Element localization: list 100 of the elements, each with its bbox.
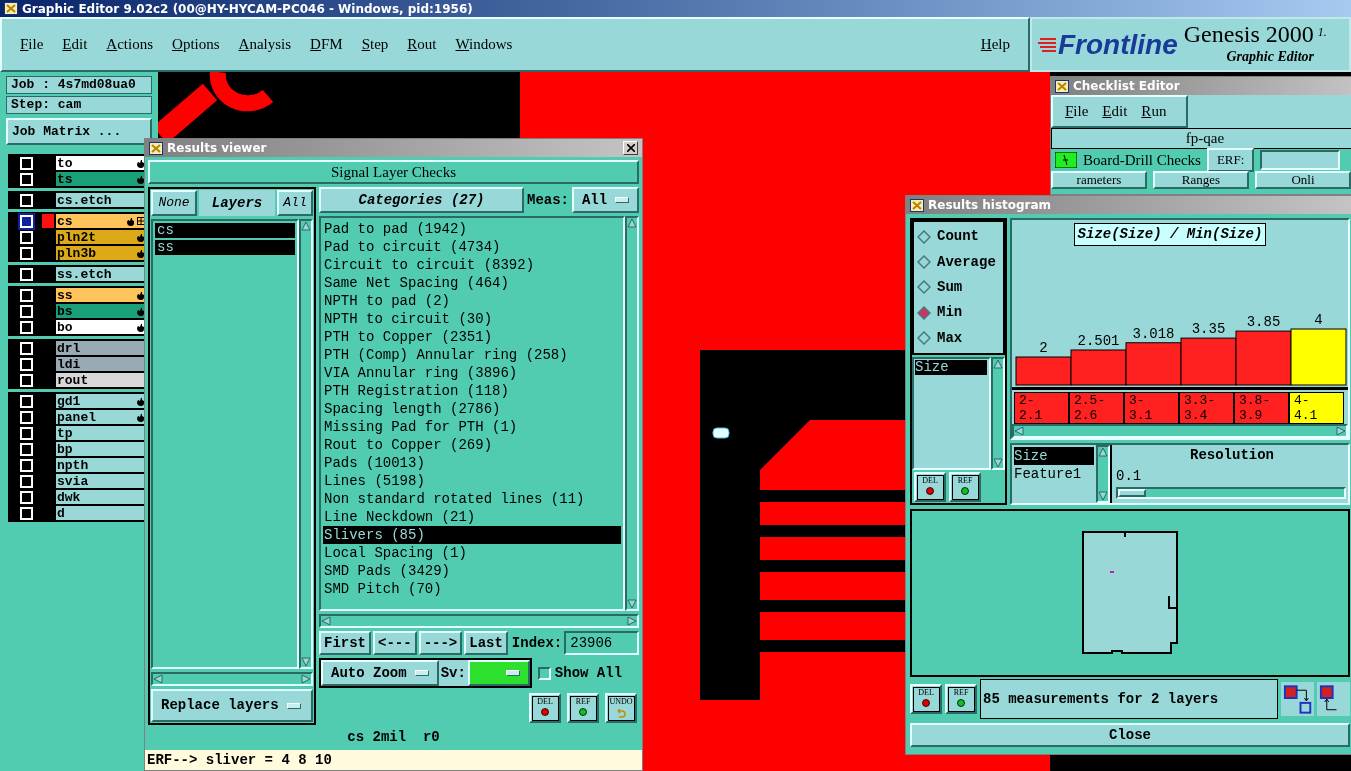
- layer-checkbox[interactable]: [19, 410, 33, 424]
- category-item[interactable]: PTH Registration (118): [323, 382, 621, 400]
- del-button[interactable]: DEL: [910, 684, 942, 714]
- category-item[interactable]: Local Spacing (1): [323, 544, 621, 562]
- category-item[interactable]: Slivers (85): [323, 526, 621, 544]
- category-item[interactable]: Pads (10013): [323, 454, 621, 472]
- all-button[interactable]: All: [277, 190, 313, 216]
- category-item[interactable]: PTH (Comp) Annular ring (258): [323, 346, 621, 364]
- category-item[interactable]: Missing Pad for PTH (1): [323, 418, 621, 436]
- horizontal-scrollbar[interactable]: [319, 614, 639, 628]
- auto-zoom-dropdown[interactable]: Auto Zoom: [321, 660, 439, 686]
- layer-checkbox[interactable]: [19, 230, 33, 244]
- layer-checkbox[interactable]: [19, 490, 33, 504]
- menu-item[interactable]: Edit: [1102, 100, 1128, 123]
- layer-checkbox[interactable]: [19, 442, 33, 456]
- category-item[interactable]: Spacing length (2786): [323, 400, 621, 418]
- menu-item[interactable]: DFM: [310, 33, 343, 56]
- navigation-button[interactable]: --->: [418, 631, 463, 655]
- layout-icon[interactable]: [1316, 682, 1350, 716]
- layout-icon[interactable]: [1280, 682, 1314, 716]
- scroll-right-icon[interactable]: [1336, 426, 1346, 436]
- layer-checkbox[interactable]: [19, 304, 33, 318]
- mode-radio[interactable]: Sum: [914, 276, 1003, 298]
- histogram-bar[interactable]: [1235, 330, 1292, 386]
- layer-checkbox[interactable]: [19, 458, 33, 472]
- scroll-down-icon[interactable]: [301, 657, 311, 667]
- category-item[interactable]: Pad to circuit (4734): [323, 238, 621, 256]
- histogram-bar[interactable]: [1015, 356, 1072, 386]
- sort-list-item[interactable]: Size: [1014, 447, 1094, 465]
- menu-item[interactable]: Options: [172, 33, 220, 56]
- color-dropdown[interactable]: [467, 660, 530, 686]
- meas-dropdown[interactable]: All: [572, 187, 639, 213]
- histogram-bar[interactable]: [1125, 342, 1182, 386]
- layer-checkbox[interactable]: [19, 156, 33, 170]
- scroll-down-icon[interactable]: [627, 599, 637, 609]
- layer-list-item[interactable]: ss: [155, 240, 295, 255]
- category-item[interactable]: Lines (5198): [323, 472, 621, 490]
- menu-item[interactable]: Run: [1141, 100, 1167, 123]
- layer-checkbox[interactable]: [19, 341, 33, 355]
- scroll-up-icon[interactable]: [301, 221, 311, 231]
- menu-item[interactable]: Analysis: [238, 33, 292, 56]
- del-button[interactable]: DEL: [529, 693, 561, 723]
- layer-checkbox[interactable]: [19, 394, 33, 408]
- layer-checkbox[interactable]: [19, 193, 33, 207]
- category-item[interactable]: SMD Pitch (70): [323, 580, 621, 598]
- layer-checkbox[interactable]: [19, 288, 33, 302]
- tab[interactable]: Onli: [1255, 171, 1351, 189]
- ref-button[interactable]: REF: [949, 472, 981, 502]
- horizontal-scrollbar[interactable]: [1012, 424, 1348, 438]
- scroll-down-icon[interactable]: [993, 458, 1003, 468]
- menu-item[interactable]: Step: [361, 33, 389, 56]
- navigation-button[interactable]: <---: [373, 631, 417, 655]
- mode-radio[interactable]: Average: [914, 251, 1003, 273]
- slider-thumb[interactable]: [1118, 489, 1146, 497]
- scroll-up-icon[interactable]: [993, 359, 1003, 369]
- scroll-up-icon[interactable]: [627, 218, 637, 228]
- layer-checkbox[interactable]: [19, 172, 33, 186]
- layer-checkbox[interactable]: [19, 474, 33, 488]
- category-item[interactable]: NPTH to pad (2): [323, 292, 621, 310]
- vertical-scrollbar[interactable]: [625, 216, 639, 611]
- categories-button[interactable]: Categories (27): [319, 187, 524, 213]
- category-item[interactable]: VIA Annular ring (3896): [323, 364, 621, 382]
- job-matrix-button[interactable]: Job Matrix ...: [6, 118, 152, 145]
- ref-button[interactable]: REF: [567, 693, 599, 723]
- menu-item[interactable]: File: [20, 33, 44, 56]
- menu-item[interactable]: Windows: [455, 33, 513, 56]
- layer-checkbox[interactable]: [19, 426, 33, 440]
- scroll-left-icon[interactable]: [321, 616, 331, 626]
- category-item[interactable]: Rout to Copper (269): [323, 436, 621, 454]
- layer-checkbox[interactable]: [19, 506, 33, 520]
- scroll-left-icon[interactable]: [1014, 426, 1024, 436]
- horizontal-scrollbar[interactable]: [151, 672, 313, 686]
- sort-list-item[interactable]: Feature1: [1014, 465, 1094, 483]
- histogram-bar[interactable]: [1290, 328, 1347, 386]
- histogram-bar[interactable]: [1070, 349, 1127, 386]
- tab[interactable]: Ranges: [1153, 171, 1249, 189]
- category-item[interactable]: NPTH to circuit (30): [323, 310, 621, 328]
- category-item[interactable]: SMD Pads (3429): [323, 562, 621, 580]
- mode-radio[interactable]: Max: [914, 327, 1003, 349]
- menu-item[interactable]: File: [1065, 100, 1089, 123]
- del-button[interactable]: DEL: [914, 472, 946, 502]
- layer-checkbox[interactable]: [19, 357, 33, 371]
- replace-layers-dropdown[interactable]: Replace layers: [151, 689, 313, 722]
- vertical-scrollbar[interactable]: [299, 219, 313, 669]
- category-item[interactable]: Non standard rotated lines (11): [323, 490, 621, 508]
- undo-button[interactable]: UNDO: [605, 693, 637, 723]
- show-all-checkbox[interactable]: [537, 666, 551, 680]
- close-button[interactable]: Close: [910, 723, 1350, 747]
- navigation-button[interactable]: Last: [464, 631, 508, 655]
- menu-item[interactable]: Rout: [407, 33, 437, 56]
- menu-item[interactable]: Actions: [106, 33, 154, 56]
- close-button[interactable]: [623, 141, 638, 155]
- layer-checkbox[interactable]: [19, 246, 33, 260]
- layer-list-item[interactable]: cs: [155, 223, 295, 238]
- scroll-left-icon[interactable]: [153, 674, 163, 684]
- layer-checkbox[interactable]: [19, 214, 33, 228]
- layer-checkbox[interactable]: [19, 320, 33, 334]
- scroll-right-icon[interactable]: [627, 616, 637, 626]
- resolution-slider[interactable]: [1116, 487, 1346, 499]
- category-item[interactable]: PTH to Copper (2351): [323, 328, 621, 346]
